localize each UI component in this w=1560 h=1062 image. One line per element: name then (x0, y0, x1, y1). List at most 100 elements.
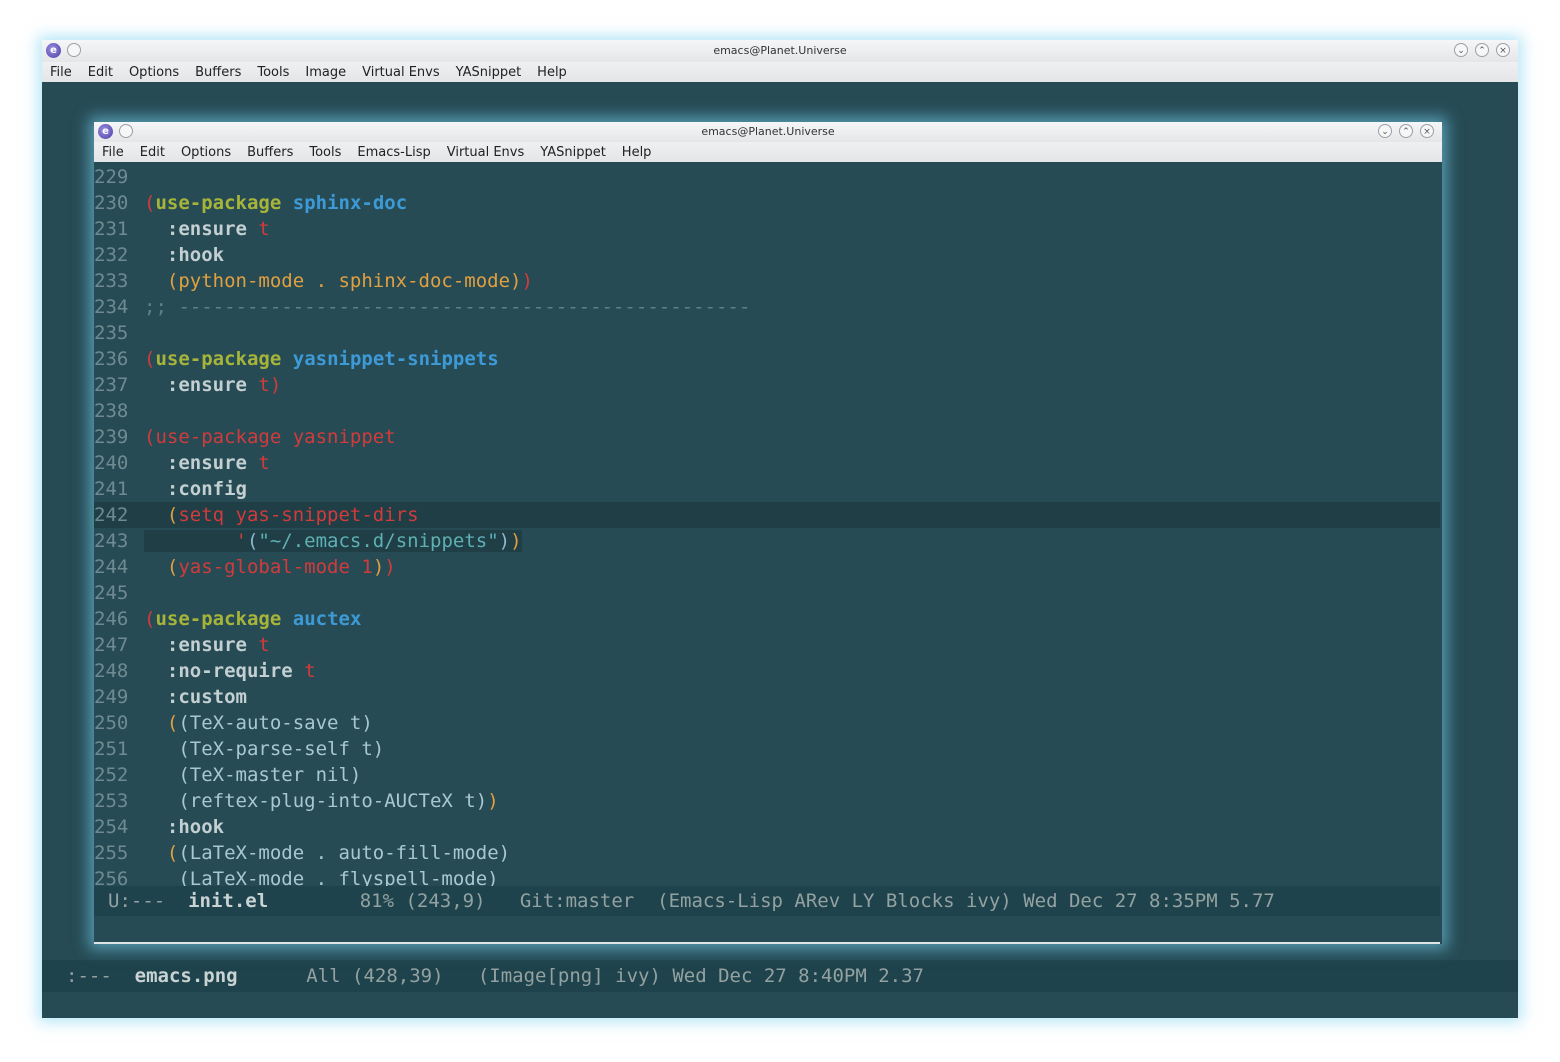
minimize-button[interactable]: ⌄ (1378, 124, 1392, 138)
code-line[interactable]: 230 (use-package sphinx-doc (94, 190, 1440, 216)
code-line[interactable]: 234 ;; ----------------------------------… (94, 294, 1440, 320)
code-token: ( (144, 608, 156, 630)
code-line[interactable]: 240 :ensure t (94, 450, 1440, 476)
menu-file[interactable]: File (50, 65, 72, 80)
code-token: sphinx-doc (292, 192, 408, 214)
code-line[interactable]: 256 (LaTeX-mode . flyspell-mode) (94, 866, 1440, 886)
minimize-button[interactable]: ⌄ (1454, 43, 1468, 57)
code-line[interactable]: 250 ((TeX-auto-save t) (94, 710, 1440, 736)
menu-options[interactable]: Options (181, 145, 231, 160)
outer-menubar: File Edit Options Buffers Tools Image Vi… (42, 62, 1518, 82)
code-token: :ensure (166, 374, 247, 396)
line-content: (TeX-master nil) (144, 764, 361, 786)
code-line[interactable]: 253 (reftex-plug-into-AUCTeX t)) (94, 788, 1440, 814)
line-number: 242 (94, 504, 129, 526)
code-line[interactable]: 233 (python-mode . sphinx-doc-mode)) (94, 268, 1440, 294)
code-line[interactable]: 247 :ensure t (94, 632, 1440, 658)
modeline-vc-branch[interactable]: Git:master (520, 890, 634, 912)
inner-minibuffer[interactable] (94, 916, 1440, 944)
maximize-button[interactable]: ⌃ (1399, 124, 1413, 138)
code-token: yasnippet-snippets (292, 348, 499, 370)
line-number: 244 (94, 556, 129, 578)
code-line[interactable]: 238 (94, 398, 1440, 424)
line-number: 243 (94, 530, 129, 552)
line-number: 239 (94, 426, 129, 448)
line-number: 247 (94, 634, 129, 656)
code-token: ( (166, 556, 179, 578)
code-line[interactable]: 249 :custom (94, 684, 1440, 710)
line-number: 230 (94, 192, 129, 214)
code-line[interactable]: 246 (use-package auctex (94, 606, 1440, 632)
menu-help[interactable]: Help (622, 145, 652, 160)
line-number: 249 (94, 686, 129, 708)
menu-yasnippet[interactable]: YASnippet (540, 145, 606, 160)
code-line[interactable]: 242 (setq yas-snippet-dirs (94, 502, 1440, 528)
close-button[interactable]: × (1496, 43, 1510, 57)
code-token: :ensure (166, 634, 247, 656)
menu-virtual-envs[interactable]: Virtual Envs (362, 65, 440, 80)
menu-tools[interactable]: Tools (257, 65, 289, 80)
code-line[interactable]: 235 (94, 320, 1440, 346)
close-button[interactable]: × (1420, 124, 1434, 138)
code-line[interactable]: 245 (94, 580, 1440, 606)
code-line[interactable]: 252 (TeX-master nil) (94, 762, 1440, 788)
inner-menubar: File Edit Options Buffers Tools Emacs-Li… (94, 142, 1442, 162)
menu-edit[interactable]: Edit (140, 145, 165, 160)
code-line[interactable]: 254 :hook (94, 814, 1440, 840)
code-token: ' (235, 530, 247, 552)
menu-edit[interactable]: Edit (88, 65, 113, 80)
line-number: 240 (94, 452, 129, 474)
outer-minibuffer[interactable] (42, 992, 1518, 1018)
line-content: (setq yas-snippet-dirs (144, 504, 419, 526)
outer-modeline: :--- emacs.png All (428,39) (Image[png] … (42, 960, 1518, 992)
code-line[interactable]: 255 ((LaTeX-mode . auto-fill-mode) (94, 840, 1440, 866)
menu-buffers[interactable]: Buffers (195, 65, 241, 80)
menu-virtual-envs[interactable]: Virtual Envs (447, 145, 525, 160)
maximize-button[interactable]: ⌃ (1475, 43, 1489, 57)
menu-emacs-lisp[interactable]: Emacs-Lisp (357, 145, 430, 160)
line-number: 253 (94, 790, 129, 812)
menu-file[interactable]: File (102, 145, 124, 160)
line-number: 237 (94, 374, 129, 396)
code-editor[interactable]: 229 230 (use-package sphinx-doc 231 :ensure… (94, 164, 1440, 886)
code-line[interactable]: 236 (use-package yasnippet-snippets (94, 346, 1440, 372)
code-line[interactable]: 229 (94, 164, 1440, 190)
code-line[interactable]: 239 (use-package yasnippet (94, 424, 1440, 450)
code-line[interactable]: 244 (yas-global-mode 1)) (94, 554, 1440, 580)
line-content: :custom (144, 686, 247, 708)
modeline-buffer-name[interactable]: init.el (188, 890, 268, 912)
code-token: ) (487, 790, 499, 812)
code-token: setq yas-snippet-dirs (178, 504, 419, 526)
code-token: ( (166, 842, 179, 864)
menu-yasnippet[interactable]: YASnippet (456, 65, 522, 80)
menu-image[interactable]: Image (305, 65, 346, 80)
code-token: (LaTeX-mode . flyspell-mode) (178, 868, 499, 886)
modeline-buffer-name[interactable]: emacs.png (135, 965, 238, 987)
code-line[interactable]: 241 :config (94, 476, 1440, 502)
line-number: 233 (94, 270, 129, 292)
line-number: 246 (94, 608, 129, 630)
line-number: 251 (94, 738, 129, 760)
menu-options[interactable]: Options (129, 65, 179, 80)
code-token: (TeX-parse-self t) (178, 738, 385, 760)
line-number: 236 (94, 348, 129, 370)
line-content: :ensure t (144, 218, 270, 240)
menu-tools[interactable]: Tools (309, 145, 341, 160)
code-token: :no-require (166, 660, 293, 682)
code-line[interactable]: 243 '("~/.emacs.d/snippets")) (94, 528, 1440, 554)
code-line[interactable]: 232 :hook (94, 242, 1440, 268)
menu-buffers[interactable]: Buffers (247, 145, 293, 160)
menu-help[interactable]: Help (537, 65, 567, 80)
code-line[interactable]: 248 :no-require t (94, 658, 1440, 684)
code-line[interactable]: 251 (TeX-parse-self t) (94, 736, 1440, 762)
code-line[interactable]: 237 :ensure t) (94, 372, 1440, 398)
code-line[interactable]: 231 :ensure t (94, 216, 1440, 242)
